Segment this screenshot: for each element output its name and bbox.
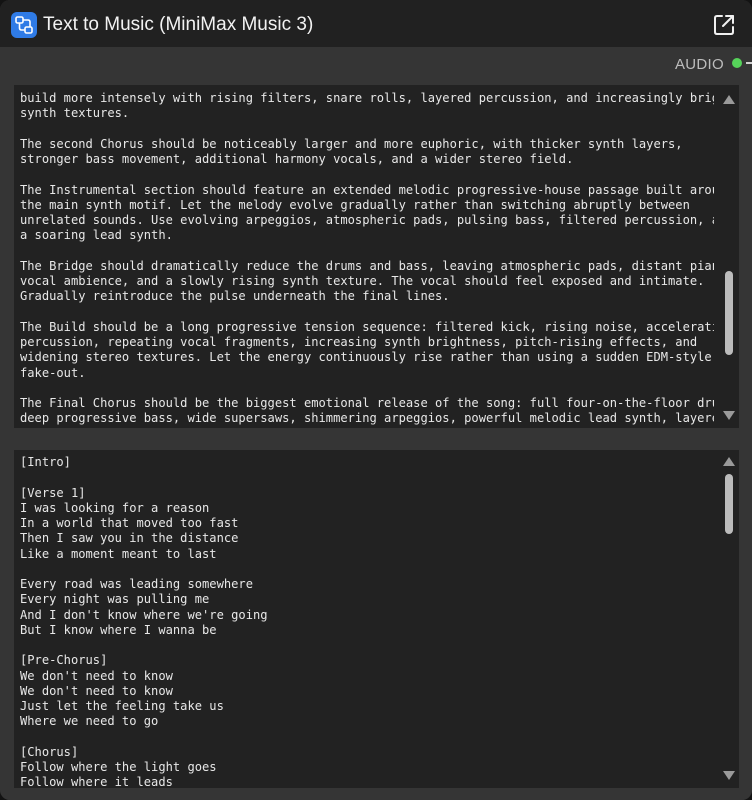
lyrics-text[interactable]: [Intro] [Verse 1] I was looking for a re… — [20, 455, 714, 788]
audio-output-label: AUDIO — [674, 56, 724, 73]
output-link-stub — [746, 62, 752, 64]
scroll-up-arrow-icon[interactable] — [723, 457, 735, 466]
scroll-down-arrow-icon[interactable] — [723, 411, 735, 420]
node-footer — [0, 790, 752, 800]
node-title: Text to Music (MiniMax Music 3) — [43, 14, 314, 35]
open-external-icon[interactable] — [712, 13, 736, 37]
output-row: AUDIO — [0, 47, 752, 79]
node-graph-icon — [11, 12, 37, 38]
prompt-textarea[interactable]: build more intensely with rising filters… — [14, 85, 739, 428]
scroll-up-arrow-icon[interactable] — [723, 95, 735, 104]
text-to-music-node: Text to Music (MiniMax Music 3) AUDIO bu… — [0, 0, 752, 800]
audio-output-socket[interactable] — [732, 58, 742, 68]
scroll-down-arrow-icon[interactable] — [723, 771, 735, 780]
node-title-bar[interactable]: Text to Music (MiniMax Music 3) — [0, 0, 752, 47]
scroll-thumb[interactable] — [725, 474, 733, 534]
lyrics-scrollbar[interactable] — [722, 450, 736, 788]
scroll-thumb[interactable] — [725, 271, 733, 355]
prompt-scrollbar[interactable] — [722, 85, 736, 428]
lyrics-textarea[interactable]: [Intro] [Verse 1] I was looking for a re… — [14, 450, 739, 788]
prompt-text[interactable]: build more intensely with rising filters… — [20, 91, 714, 427]
